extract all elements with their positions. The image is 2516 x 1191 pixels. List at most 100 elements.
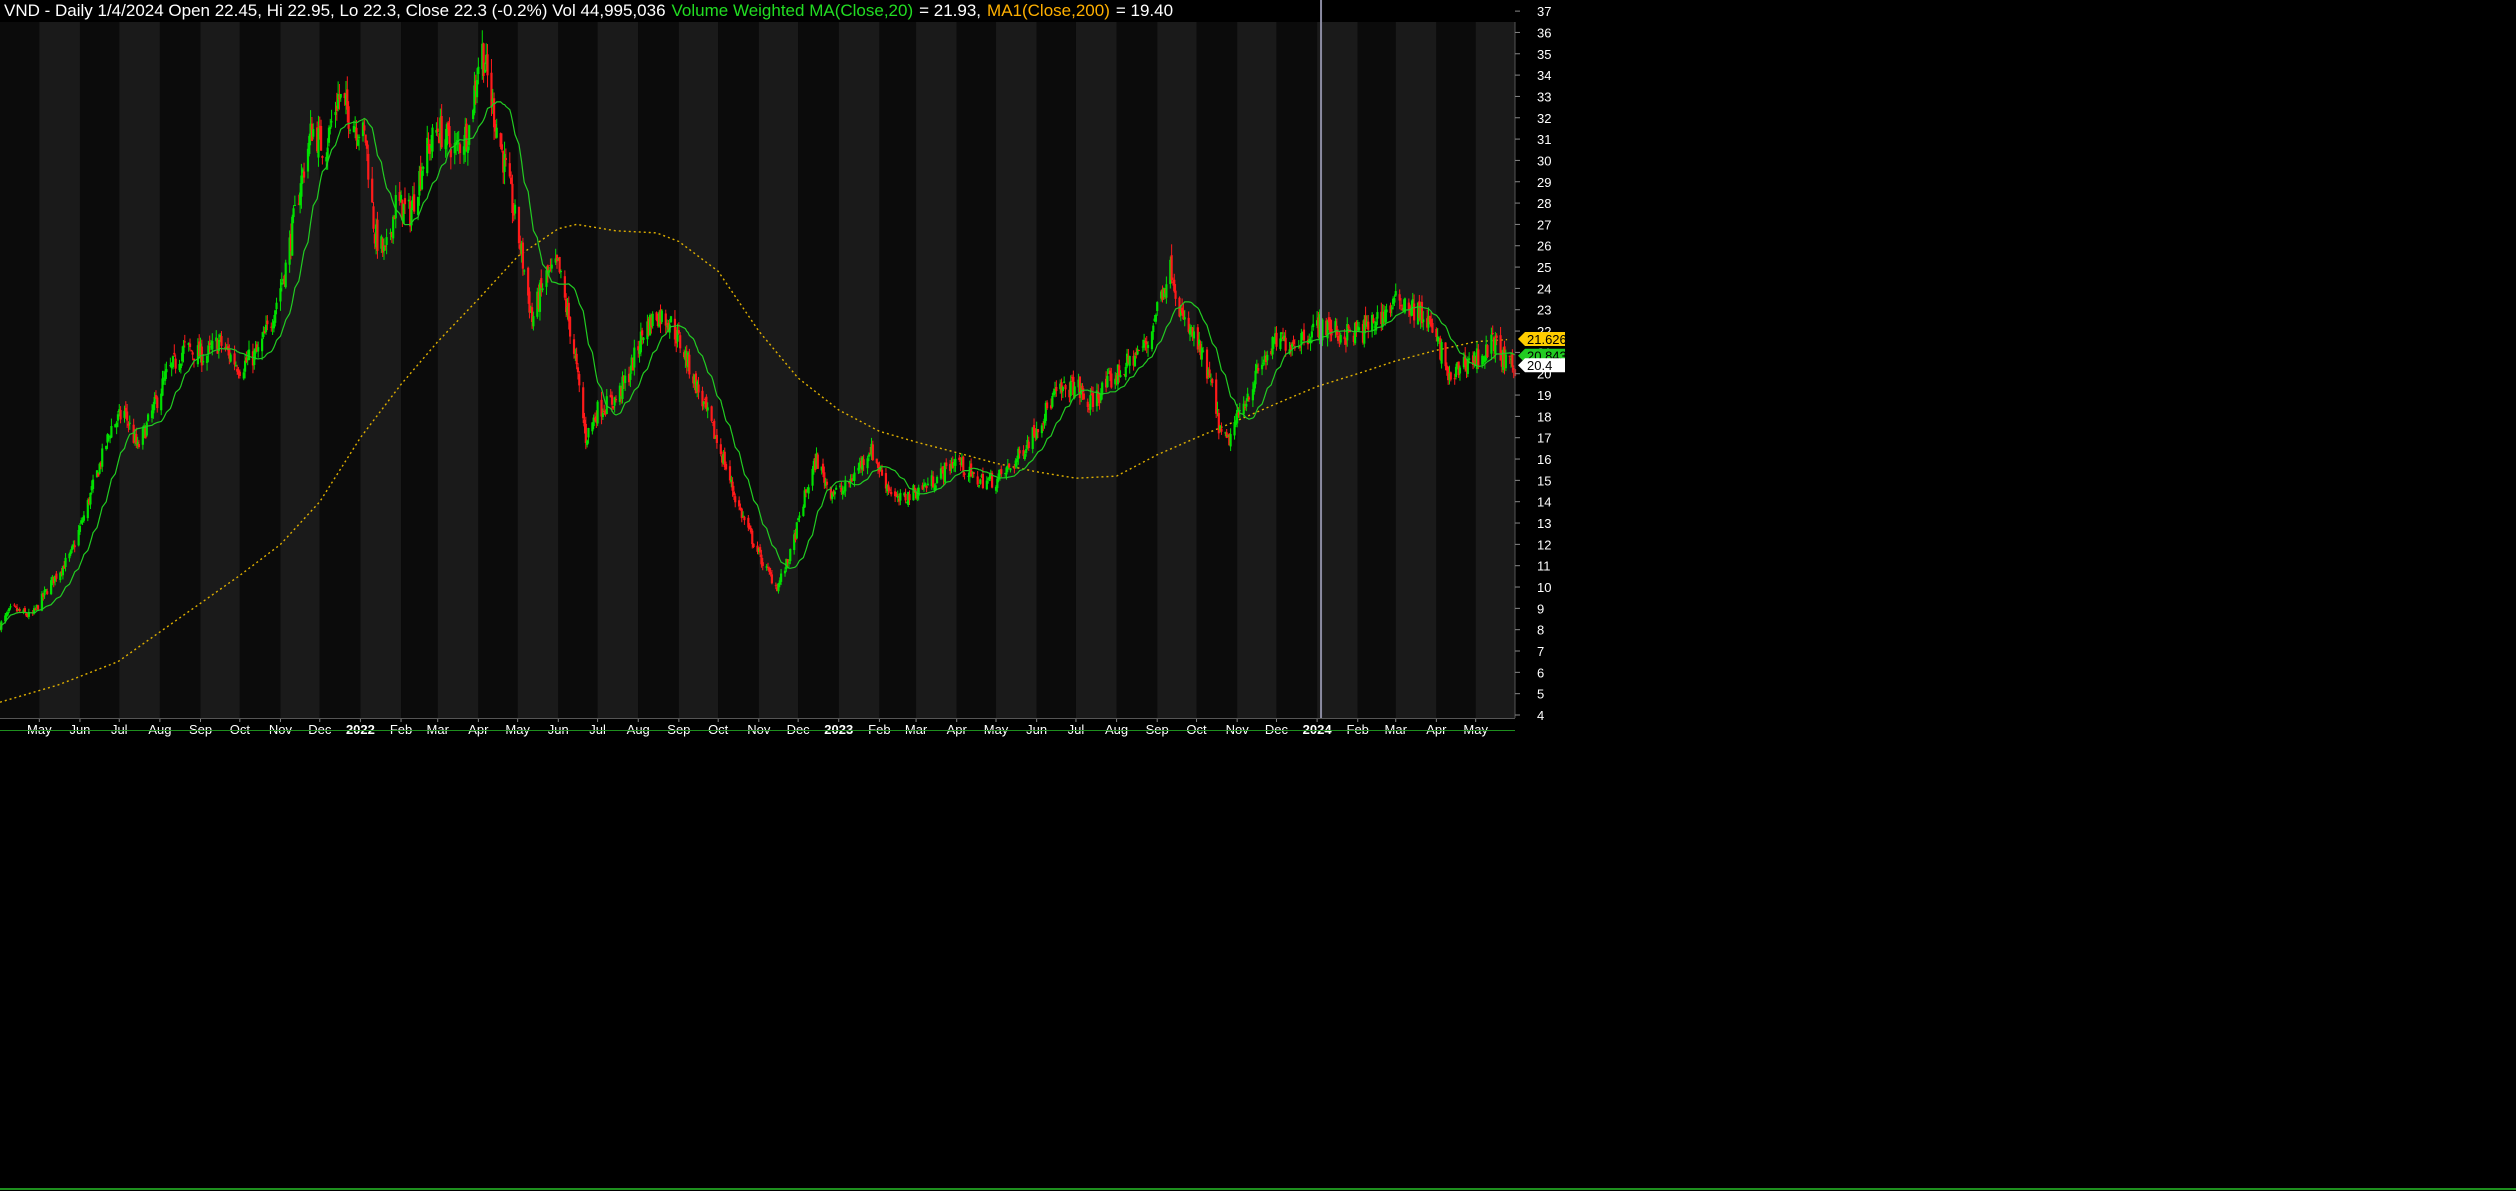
- stock-chart[interactable]: 4567891011121314151617181920212223242526…: [0, 0, 2516, 1191]
- candle-body: [300, 175, 303, 197]
- candle-body: [1422, 319, 1425, 323]
- candle-body: [124, 407, 127, 412]
- vwma-label: Volume Weighted MA(Close,20): [671, 1, 914, 20]
- candle-body: [1253, 383, 1256, 392]
- candle-body: [612, 406, 615, 409]
- candle-body: [243, 360, 247, 372]
- candle-body: [475, 79, 479, 98]
- candle-body: [1061, 386, 1064, 392]
- candle-body: [165, 369, 168, 373]
- candle-body: [867, 454, 870, 457]
- candle-body: [563, 276, 566, 298]
- month-band: [1157, 22, 1197, 718]
- candle-body: [766, 567, 770, 569]
- candle-body: [925, 485, 928, 489]
- candle-body: [987, 478, 990, 480]
- candle-body: [1040, 425, 1043, 434]
- month-band: [879, 22, 917, 718]
- candle-body: [329, 126, 332, 130]
- candle-body: [797, 518, 800, 521]
- candle-body: [521, 242, 525, 269]
- x-axis: May Jun Jul Aug Sep Oct Nov Dec 2022 Feb Mar Apr May…: [0, 718, 2516, 1190]
- candle-body: [356, 139, 359, 146]
- candle-body: [939, 468, 943, 479]
- candle-body: [486, 54, 489, 76]
- candle-body: [44, 589, 47, 592]
- candle-body: [710, 406, 713, 421]
- candle-body: [69, 550, 72, 555]
- candle-body: [1486, 345, 1489, 358]
- candle-body: [660, 310, 663, 323]
- candle-body: [880, 469, 884, 476]
- candle-body: [732, 491, 736, 496]
- candle-body: [719, 444, 722, 454]
- candle-body: [669, 316, 673, 323]
- candle-body: [1260, 364, 1264, 370]
- candle-body: [161, 378, 164, 396]
- candle-body: [759, 547, 762, 553]
- candle-body: [1367, 321, 1370, 330]
- candle-body: [208, 342, 211, 346]
- candle-body: [981, 473, 985, 489]
- candle-body: [976, 476, 979, 485]
- y-tick-label: 25: [1537, 260, 1551, 275]
- candle-body: [6, 612, 9, 615]
- month-band: [360, 22, 402, 718]
- candle-body: [55, 573, 58, 579]
- candle-body: [160, 393, 163, 411]
- candle-body: [1086, 401, 1089, 407]
- candle-body: [1015, 458, 1019, 463]
- candle-body: [1477, 349, 1480, 368]
- candle-body: [734, 496, 737, 503]
- candle-body: [887, 485, 890, 490]
- candle-body: [528, 291, 531, 313]
- candle-body: [862, 459, 865, 466]
- candle-body: [655, 312, 658, 321]
- candle-body: [1412, 303, 1416, 321]
- candle-body: [1174, 290, 1177, 299]
- candle-body: [81, 520, 84, 523]
- candle-body: [825, 481, 829, 485]
- candle-body: [977, 485, 981, 487]
- month-band: [1196, 22, 1238, 718]
- candle-body: [761, 562, 764, 567]
- candle-body: [651, 313, 654, 327]
- candle-body: [1494, 339, 1497, 354]
- candle-body: [908, 494, 911, 501]
- candle-body: [1339, 334, 1342, 343]
- candle-body: [724, 464, 728, 470]
- candle-body: [128, 422, 131, 424]
- candle-body: [119, 409, 122, 420]
- candle-body: [426, 137, 429, 174]
- candle-body: [706, 407, 709, 411]
- candle-body: [1200, 347, 1203, 360]
- candle-body: [679, 335, 682, 349]
- x-tick-label: Aug: [1105, 722, 1128, 737]
- x-tick-label: Nov: [269, 722, 293, 737]
- candle-body: [1468, 358, 1471, 360]
- x-tick-label: Feb: [390, 722, 412, 737]
- candle-body: [1119, 375, 1122, 377]
- candle-body: [242, 372, 245, 379]
- vwma-value: = 21.93,: [919, 1, 982, 20]
- candle-body: [731, 481, 734, 491]
- candle-body: [1499, 335, 1502, 361]
- candle-body: [126, 411, 129, 421]
- y-tick-label: 13: [1537, 516, 1551, 531]
- candle-body: [504, 157, 507, 160]
- candle-body: [108, 437, 112, 439]
- candle-body: [183, 341, 186, 343]
- candle-body: [440, 116, 443, 148]
- y-tick-label: 4: [1537, 708, 1544, 723]
- candle-body: [13, 604, 16, 606]
- candle-body: [238, 371, 241, 376]
- month-band: [517, 22, 559, 718]
- candle-body: [795, 522, 798, 539]
- candle-body: [770, 574, 774, 584]
- candle-body: [1453, 378, 1456, 380]
- candle-body: [50, 580, 53, 595]
- candle-body: [279, 288, 282, 302]
- candle-body: [1063, 381, 1066, 383]
- candle-body: [811, 468, 814, 486]
- candle-body: [367, 153, 370, 180]
